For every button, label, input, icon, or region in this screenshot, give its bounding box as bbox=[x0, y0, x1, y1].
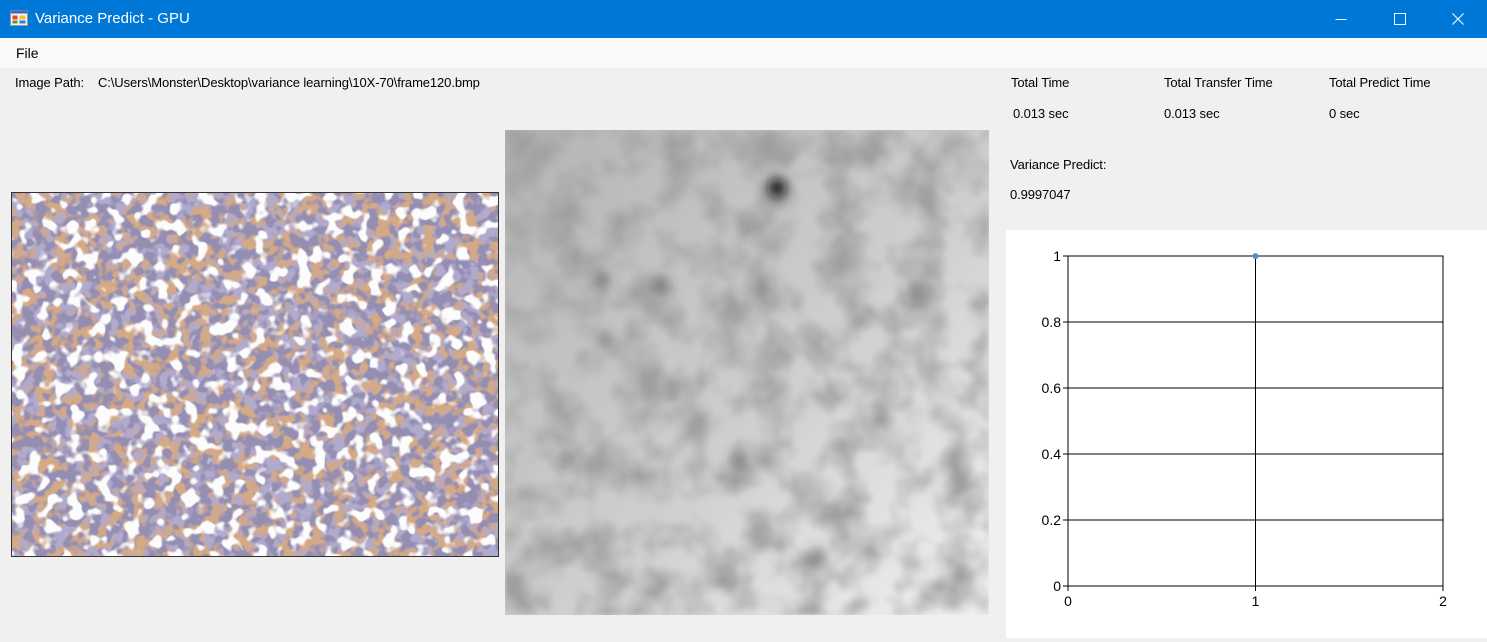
maximize-icon bbox=[1394, 13, 1406, 25]
source-image bbox=[11, 192, 499, 557]
variance-predict-value: 0.9997047 bbox=[1010, 187, 1071, 202]
variance-predict-label: Variance Predict: bbox=[1010, 157, 1107, 172]
close-icon bbox=[1452, 13, 1464, 25]
total-predict-time-value: 0 sec bbox=[1329, 106, 1360, 121]
total-time-value: 0.013 sec bbox=[1013, 106, 1069, 121]
total-time-label: Total Time bbox=[1011, 75, 1070, 90]
x-tick-label: 1 bbox=[1252, 593, 1260, 609]
menu-bar: File bbox=[0, 38, 1487, 68]
minimize-icon bbox=[1335, 19, 1347, 20]
y-tick-label: 0.4 bbox=[1042, 446, 1062, 462]
total-transfer-time-label: Total Transfer Time bbox=[1164, 75, 1273, 90]
maximize-button[interactable] bbox=[1371, 0, 1429, 38]
app-icon bbox=[10, 10, 28, 26]
menu-file[interactable]: File bbox=[9, 44, 46, 62]
chart-panel: 0 0.2 0.4 0.6 0.8 1 0 1 2 bbox=[1006, 230, 1487, 638]
data-point bbox=[1252, 253, 1259, 260]
x-tick-label: 2 bbox=[1439, 593, 1447, 609]
y-tick-label: 0 bbox=[1053, 578, 1061, 594]
window-title: Variance Predict - GPU bbox=[35, 10, 190, 27]
total-transfer-time-value: 0.013 sec bbox=[1164, 106, 1220, 121]
close-button[interactable] bbox=[1429, 0, 1487, 38]
y-tick-label: 0.2 bbox=[1042, 512, 1062, 528]
x-tick-label: 0 bbox=[1064, 593, 1072, 609]
minimize-button[interactable] bbox=[1312, 0, 1370, 38]
variance-map-image bbox=[505, 130, 989, 615]
variance-chart: 0 0.2 0.4 0.6 0.8 1 0 1 2 bbox=[1042, 248, 1448, 609]
image-path-value: C:\Users\Monster\Desktop\variance learni… bbox=[98, 75, 480, 90]
y-tick-label: 0.6 bbox=[1042, 380, 1062, 396]
total-predict-time-label: Total Predict Time bbox=[1329, 75, 1431, 90]
title-bar: Variance Predict - GPU bbox=[0, 0, 1487, 38]
y-tick-label: 1 bbox=[1053, 248, 1061, 264]
y-tick-label: 0.8 bbox=[1042, 314, 1062, 330]
image-path-label: Image Path: bbox=[15, 75, 84, 90]
